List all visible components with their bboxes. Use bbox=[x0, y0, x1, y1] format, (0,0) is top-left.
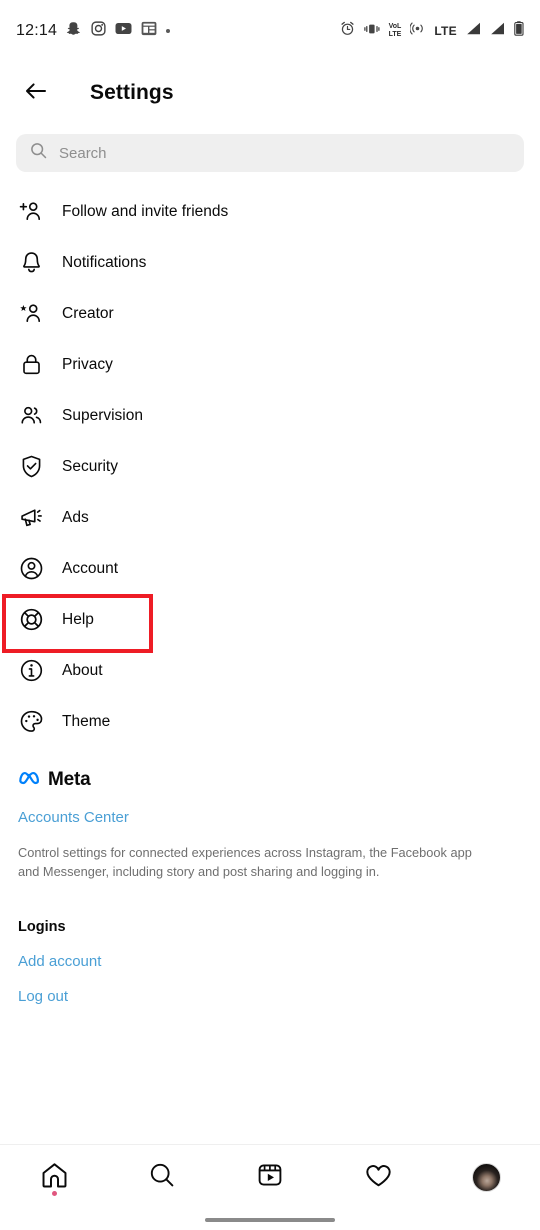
search-icon bbox=[30, 142, 47, 164]
volte-bottom-label: LTE bbox=[388, 31, 402, 38]
settings-row-follow-and-invite-friends[interactable]: Follow and invite friends bbox=[0, 186, 540, 237]
settings-row-about[interactable]: About bbox=[0, 645, 540, 696]
home-icon bbox=[40, 1161, 69, 1195]
lock-icon bbox=[18, 352, 44, 378]
overflow-dot-icon bbox=[166, 29, 171, 33]
vibrate-icon bbox=[363, 22, 380, 41]
status-clock: 12:14 bbox=[16, 22, 58, 39]
settings-row-label: Security bbox=[62, 457, 118, 475]
settings-row-supervision[interactable]: Supervision bbox=[0, 390, 540, 441]
instagram-icon bbox=[91, 21, 106, 41]
search-input[interactable]: Search bbox=[16, 134, 524, 172]
bottom-navigation-bar bbox=[0, 1144, 540, 1210]
nav-item-profile[interactable] bbox=[432, 1145, 540, 1210]
settings-list: Follow and invite friends Notifications … bbox=[0, 178, 540, 747]
app-icon bbox=[141, 21, 157, 41]
nav-item-reels[interactable] bbox=[216, 1145, 324, 1210]
palette-icon bbox=[18, 709, 44, 735]
logins-heading: Logins bbox=[18, 919, 66, 935]
settings-row-label: Help bbox=[62, 610, 94, 628]
signal-bars-2-icon bbox=[490, 22, 505, 40]
settings-row-label: About bbox=[62, 661, 103, 679]
settings-row-security[interactable]: Security bbox=[0, 441, 540, 492]
settings-row-creator[interactable]: Creator bbox=[0, 288, 540, 339]
alarm-icon bbox=[340, 21, 355, 41]
volte-icon: VoL LTE bbox=[389, 23, 402, 39]
reels-icon bbox=[256, 1161, 284, 1194]
instagram-settings-screen: 12:14 VoL LTE LTE Settings Search Follow… bbox=[0, 0, 540, 1230]
heart-icon bbox=[364, 1161, 393, 1195]
settings-row-label: Supervision bbox=[62, 406, 143, 424]
avatar bbox=[471, 1163, 501, 1192]
system-home-indicator[interactable] bbox=[0, 1210, 540, 1230]
settings-row-label: Creator bbox=[62, 304, 114, 322]
add-account-link[interactable]: Add account bbox=[18, 953, 522, 970]
settings-row-label: Ads bbox=[62, 508, 89, 526]
nav-item-activity[interactable] bbox=[324, 1145, 432, 1210]
arrow-left-icon bbox=[23, 78, 49, 109]
megaphone-icon bbox=[18, 505, 44, 531]
meta-wordmark: Meta bbox=[48, 769, 91, 790]
meta-branding: Meta bbox=[18, 769, 522, 791]
settings-row-ads[interactable]: Ads bbox=[0, 492, 540, 543]
settings-row-label: Notifications bbox=[62, 253, 147, 271]
settings-row-account[interactable]: Account bbox=[0, 543, 540, 594]
battery-icon bbox=[514, 21, 524, 41]
status-bar: 12:14 VoL LTE LTE bbox=[0, 0, 540, 62]
meta-infinity-icon bbox=[18, 769, 43, 791]
settings-row-label: Follow and invite friends bbox=[62, 202, 229, 220]
home-indicator-bar bbox=[205, 1218, 335, 1222]
snapchat-icon bbox=[66, 21, 82, 42]
status-bar-right: VoL LTE LTE bbox=[340, 21, 524, 41]
signal-bars-icon bbox=[466, 22, 481, 40]
page-title: Settings bbox=[90, 81, 174, 104]
settings-row-label: Account bbox=[62, 559, 119, 577]
status-bar-left: 12:14 bbox=[16, 21, 171, 42]
youtube-icon bbox=[115, 22, 132, 40]
settings-row-privacy[interactable]: Privacy bbox=[0, 339, 540, 390]
settings-row-label: Privacy bbox=[62, 355, 113, 373]
meta-description: Control settings for connected experienc… bbox=[18, 845, 472, 879]
person-add-icon bbox=[18, 199, 44, 225]
settings-row-help[interactable]: Help bbox=[0, 594, 540, 653]
nav-item-search[interactable] bbox=[108, 1145, 216, 1210]
nav-item-home[interactable] bbox=[0, 1145, 108, 1210]
lifebuoy-icon bbox=[18, 607, 44, 633]
person-star-icon bbox=[18, 301, 44, 327]
log-out-link[interactable]: Log out bbox=[18, 988, 522, 1005]
bell-icon bbox=[18, 250, 44, 276]
home-badge-dot bbox=[51, 1191, 57, 1196]
people-icon bbox=[18, 403, 44, 429]
app-header: Settings bbox=[0, 62, 540, 124]
accounts-center-link[interactable]: Accounts Center bbox=[18, 809, 522, 826]
lte-label: LTE bbox=[434, 24, 457, 38]
hotspot-icon bbox=[409, 21, 425, 41]
shield-check-icon bbox=[18, 454, 44, 480]
settings-row-label: Theme bbox=[62, 712, 111, 730]
info-circle-icon bbox=[18, 658, 44, 684]
account-circle-icon bbox=[18, 556, 44, 582]
search-section: Search bbox=[0, 124, 540, 178]
meta-section: Meta Accounts Center Control settings fo… bbox=[0, 747, 540, 1005]
settings-row-theme[interactable]: Theme bbox=[0, 696, 540, 747]
settings-row-notifications[interactable]: Notifications bbox=[0, 237, 540, 288]
back-button[interactable] bbox=[16, 73, 56, 113]
volte-top-label: VoL bbox=[388, 23, 402, 30]
search-icon bbox=[148, 1161, 176, 1194]
search-placeholder: Search bbox=[59, 144, 107, 162]
